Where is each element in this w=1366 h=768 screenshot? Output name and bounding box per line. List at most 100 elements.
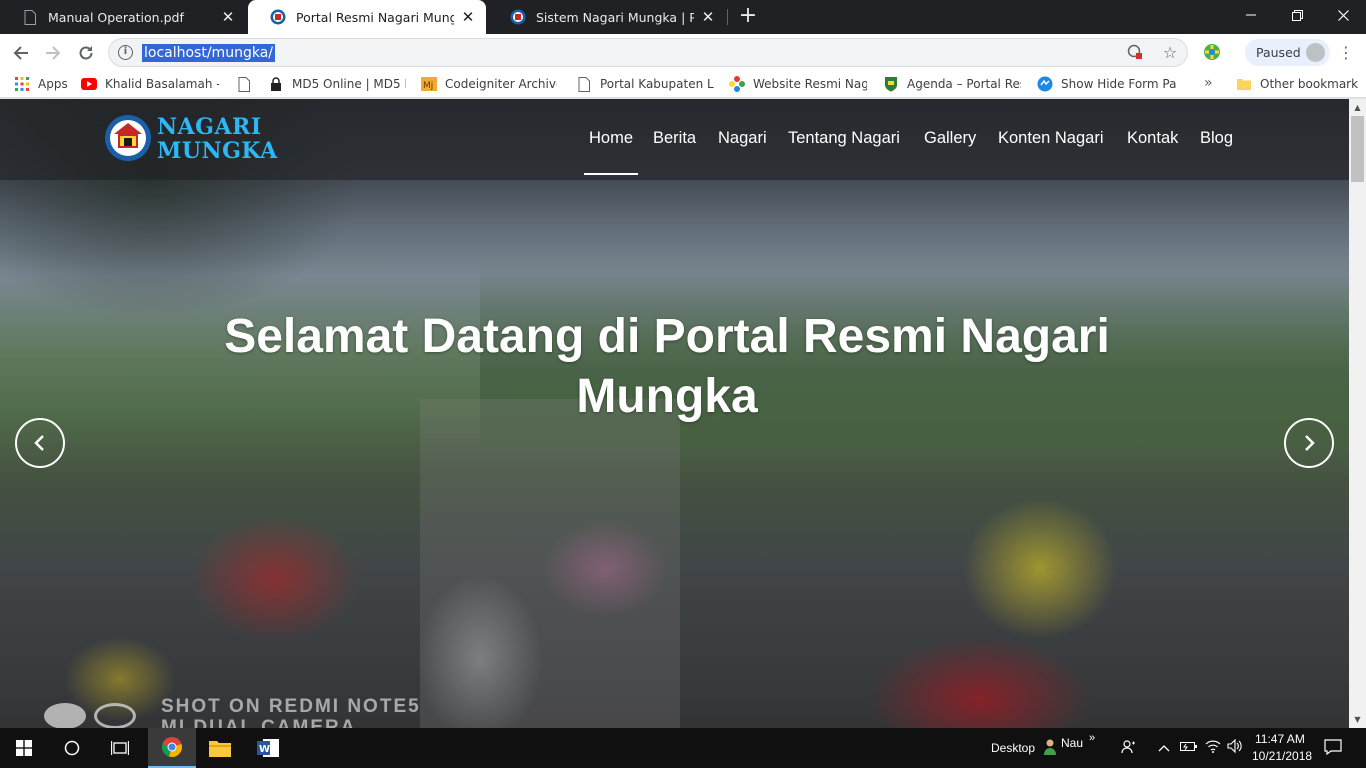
bookmark-page[interactable] [236,71,256,97]
bookmarks-more-chevron[interactable]: » [1204,75,1213,91]
carousel-indicator-2[interactable] [94,703,136,728]
forward-arrow-icon[interactable] [40,40,66,66]
user-person-icon [1041,739,1059,757]
nav-gallery[interactable]: Gallery [924,129,976,148]
tab-title: Sistem Nagari Mungka | Penggun [536,9,694,25]
nav-active-underline [584,173,638,175]
toolbar-chevron[interactable]: » [1089,732,1095,744]
close-icon[interactable]: ✕ [700,8,716,26]
site-logo-text[interactable]: NAGARI MUNGKA [157,115,278,163]
svg-text:Mj: Mj [423,81,433,91]
chevron-right-icon [1305,435,1315,451]
nav-blog[interactable]: Blog [1200,129,1233,148]
codeigniter-icon: Mj [421,76,437,92]
chevron-up-icon[interactable] [1155,739,1173,757]
minimize-icon[interactable] [1228,0,1274,30]
bookmark-khalid[interactable]: Khalid Basalamah - Yo [81,71,219,97]
url-text[interactable]: localhost/mungka/ [142,44,275,62]
folder-icon [1236,76,1252,92]
file-explorer-icon[interactable] [196,728,244,768]
word-icon[interactable]: W [244,728,292,768]
address-bar[interactable]: i localhost/mungka/ ☆ [108,38,1188,67]
clock-date[interactable]: 10/21/2018 [1252,749,1312,763]
tab-sistem-nagari[interactable]: Sistem Nagari Mungka | Penggun ✕ [488,0,726,34]
bookmarks-bar: Apps Khalid Basalamah - Yo MD5 Online | … [0,71,1366,98]
scroll-up-icon[interactable]: ▲ [1349,99,1366,116]
svg-text:W: W [259,744,270,755]
page-icon [236,76,252,92]
user-label[interactable]: Nau [1061,736,1083,750]
shield-icon [883,76,899,92]
chevron-left-icon [34,435,44,451]
notification-icon[interactable] [1324,739,1342,757]
carousel-next-button[interactable] [1284,418,1334,468]
page-icon [22,9,38,25]
tab-portal-resmi[interactable]: Portal Resmi Nagari Mungka | Ho ✕ [248,0,486,34]
scroll-thumb[interactable] [1351,116,1364,182]
flower-icon [729,76,745,92]
browser-toolbar: i localhost/mungka/ ☆ Paused ⋮ [0,34,1366,71]
close-icon[interactable]: ✕ [460,8,476,26]
photo-watermark: SHOT ON REDMI NOTE5 MI DUAL CAMERA [161,696,421,728]
windows-taskbar: W Desktop Nau » 11:47 AM 10/21/2018 [0,728,1366,768]
lock-icon [268,76,284,92]
plus-icon[interactable]: + [736,4,760,28]
hero-title: Selamat Datang di Portal Resmi Nagari Mu… [224,310,1110,423]
desktop-label[interactable]: Desktop [991,741,1035,755]
info-icon[interactable]: i [118,45,133,60]
nav-kontak[interactable]: Kontak [1127,129,1178,148]
nav-nagari[interactable]: Nagari [718,129,767,148]
page-icon [576,76,592,92]
battery-icon[interactable] [1180,739,1198,757]
people-icon[interactable] [1120,739,1138,757]
nav-konten-nagari[interactable]: Konten Nagari [998,129,1104,148]
carousel-prev-button[interactable] [15,418,65,468]
tab-manual-operation[interactable]: Manual Operation.pdf ✕ [0,0,246,34]
tab-separator [727,9,728,25]
tab-title: Manual Operation.pdf [48,9,184,25]
bookmark-apps[interactable]: Apps [14,71,74,97]
blue-circle-icon [1037,76,1053,92]
bookmark-website-resmi[interactable]: Website Resmi Nagari [729,71,867,97]
bookmark-md5[interactable]: MD5 Online | MD5 De [268,71,406,97]
clock-time[interactable]: 11:47 AM [1255,732,1305,746]
profile-label: Paused [1256,45,1301,60]
bookmark-show-hide[interactable]: Show Hide Form Pass [1037,71,1177,97]
back-arrow-icon[interactable] [8,40,34,66]
task-view-icon[interactable] [96,728,144,768]
nav-berita[interactable]: Berita [653,129,696,148]
page-scrollbar[interactable]: ▲ ▼ [1349,99,1366,728]
volume-icon[interactable] [1226,738,1244,757]
youtube-icon [81,76,97,92]
site-header: NAGARI MUNGKA Home Berita Nagari Tentang… [0,99,1349,180]
close-icon[interactable]: ✕ [220,8,236,26]
site-logo[interactable] [104,114,152,162]
star-icon[interactable]: ☆ [1161,44,1179,62]
bookmark-codeigniter[interactable]: Mj Codeigniter Archives [421,71,557,97]
search-icon[interactable] [48,728,96,768]
carousel-indicators [44,703,144,728]
close-window-icon[interactable] [1320,0,1366,30]
site-logo-icon [510,9,526,25]
tab-strip: Manual Operation.pdf ✕ Portal Resmi Naga… [0,0,1366,34]
avatar [1306,43,1325,62]
scroll-down-icon[interactable]: ▼ [1349,711,1366,728]
bookmark-other[interactable]: Other bookmarks [1236,71,1358,97]
bookmark-portal-kabupaten[interactable]: Portal Kabupaten Lim [576,71,714,97]
blocked-popup-icon[interactable] [1126,44,1144,62]
extension-icon[interactable] [1202,42,1222,62]
restore-icon[interactable] [1274,0,1320,30]
nav-home[interactable]: Home [589,129,633,148]
carousel-indicator-1[interactable] [44,703,86,728]
nav-tentang-nagari[interactable]: Tentang Nagari [788,129,900,148]
reload-icon[interactable] [73,40,99,66]
bookmark-agenda[interactable]: Agenda – Portal Resm [883,71,1021,97]
tab-title: Portal Resmi Nagari Mungka | Ho [296,9,454,25]
windows-start-icon[interactable] [0,728,48,768]
profile-paused-button[interactable]: Paused [1245,39,1330,66]
chrome-taskbar-icon[interactable] [148,728,196,768]
site-logo-icon [270,9,286,25]
page-viewport: NAGARI MUNGKA Home Berita Nagari Tentang… [0,99,1349,728]
menu-icon[interactable]: ⋮ [1338,41,1354,65]
wifi-icon[interactable] [1204,739,1222,757]
